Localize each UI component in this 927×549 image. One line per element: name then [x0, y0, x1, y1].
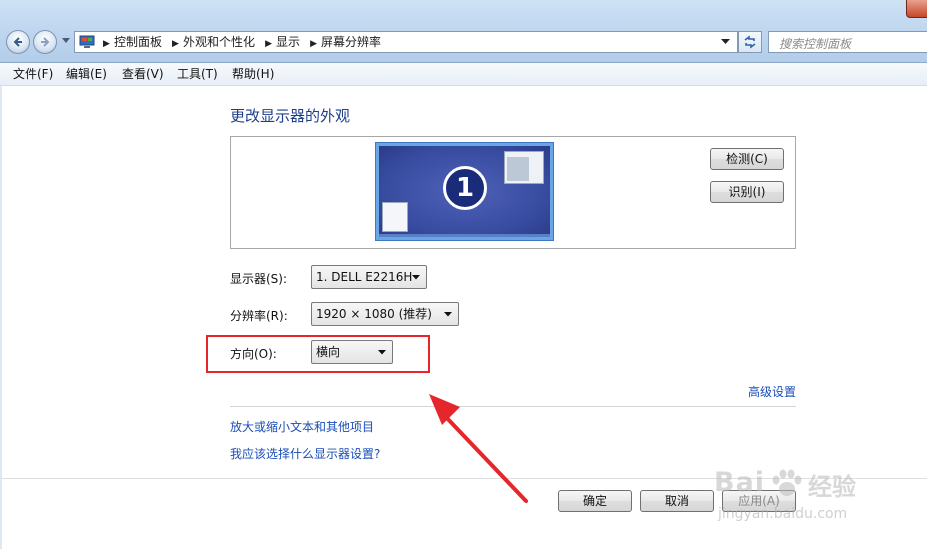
breadcrumb-separator-icon: ▶: [103, 39, 110, 49]
arrow-left-icon: [13, 37, 22, 47]
chevron-down-icon: [412, 275, 420, 280]
watermark-url: jingyan.baidu.com: [718, 506, 848, 522]
breadcrumb-item-screen-resolution[interactable]: 屏幕分辨率: [321, 32, 381, 52]
monitor-taskbar: [379, 234, 550, 237]
monitor-screen: 1: [379, 146, 550, 237]
breadcrumb-separator-icon[interactable]: ▶: [261, 34, 276, 54]
watermark-product: 经验: [808, 473, 856, 501]
page-title: 更改显示器的外观: [230, 107, 351, 125]
breadcrumb: ▶ 控制面板 ▶ 外观和个性化 ▶ 显示 ▶ 屏幕分辨率: [99, 32, 387, 52]
monitor-number-badge: 1: [443, 166, 487, 210]
ok-button[interactable]: 确定: [558, 490, 632, 512]
menu-tools[interactable]: 工具(T): [177, 66, 218, 82]
display-select-value: 1. DELL E2216H: [316, 270, 413, 284]
monitor-window-icon: [504, 151, 544, 184]
display-select[interactable]: 1. DELL E2216H: [311, 265, 427, 289]
watermark-brand: Bai: [714, 467, 766, 498]
search-placeholder: 搜索控制面板: [779, 37, 852, 51]
refresh-button[interactable]: [738, 31, 762, 53]
menu-file[interactable]: 文件(F): [13, 66, 53, 82]
paw-logo-icon: [772, 469, 802, 496]
cancel-button[interactable]: 取消: [640, 490, 714, 512]
menu-edit[interactable]: 编辑(E): [66, 66, 107, 82]
display-settings-help-link[interactable]: 我应该选择什么显示器设置?: [230, 445, 380, 462]
forward-button[interactable]: [33, 30, 57, 54]
chevron-down-icon[interactable]: [721, 39, 730, 45]
arrow-right-icon: [41, 37, 50, 47]
left-border: [0, 86, 2, 549]
breadcrumb-item-display[interactable]: 显示: [276, 32, 300, 52]
address-bar[interactable]: ▶ 控制面板 ▶ 外观和个性化 ▶ 显示 ▶ 屏幕分辨率: [74, 31, 738, 53]
breadcrumb-item-control-panel[interactable]: 控制面板: [114, 32, 162, 52]
identify-button[interactable]: 识别(I): [710, 181, 784, 203]
monitor-sidebar-icon: [382, 202, 408, 232]
monitor-thumbnail[interactable]: 1: [375, 142, 554, 241]
breadcrumb-item-appearance[interactable]: 外观和个性化: [183, 32, 255, 52]
resolution-select-value: 1920 × 1080 (推荐): [316, 307, 432, 321]
advanced-settings-link[interactable]: 高级设置: [748, 383, 796, 400]
watermark: Bai 经验 jingyan.baidu.com: [712, 465, 912, 535]
text-size-link[interactable]: 放大或缩小文本和其他项目: [230, 418, 374, 435]
refresh-icon: [744, 35, 756, 49]
resolution-label: 分辨率(R):: [230, 309, 288, 323]
resolution-select[interactable]: 1920 × 1080 (推荐): [311, 302, 459, 326]
title-bar: ▶ 控制面板 ▶ 外观和个性化 ▶ 显示 ▶ 屏幕分辨率 搜索控制面板: [0, 0, 927, 63]
chevron-down-icon[interactable]: [62, 38, 70, 44]
menu-help[interactable]: 帮助(H): [232, 66, 274, 82]
breadcrumb-separator-icon[interactable]: ▶: [168, 34, 183, 54]
menu-view[interactable]: 查看(V): [122, 66, 164, 82]
breadcrumb-separator-icon[interactable]: ▶: [306, 34, 321, 54]
monitor-window-content: [507, 157, 529, 181]
annotation-arrow-icon: [429, 394, 528, 503]
display-label: 显示器(S):: [230, 272, 288, 286]
menu-bar: 文件(F) 编辑(E) 查看(V) 工具(T) 帮助(H): [0, 63, 927, 86]
close-window-button[interactable]: [906, 0, 927, 18]
chevron-down-icon: [444, 312, 452, 317]
search-input[interactable]: 搜索控制面板: [768, 31, 927, 53]
control-panel-icon: [79, 35, 95, 48]
detect-button[interactable]: 检测(C): [710, 148, 784, 170]
annotation-highlight-box: [206, 335, 430, 373]
back-button[interactable]: [6, 30, 30, 54]
